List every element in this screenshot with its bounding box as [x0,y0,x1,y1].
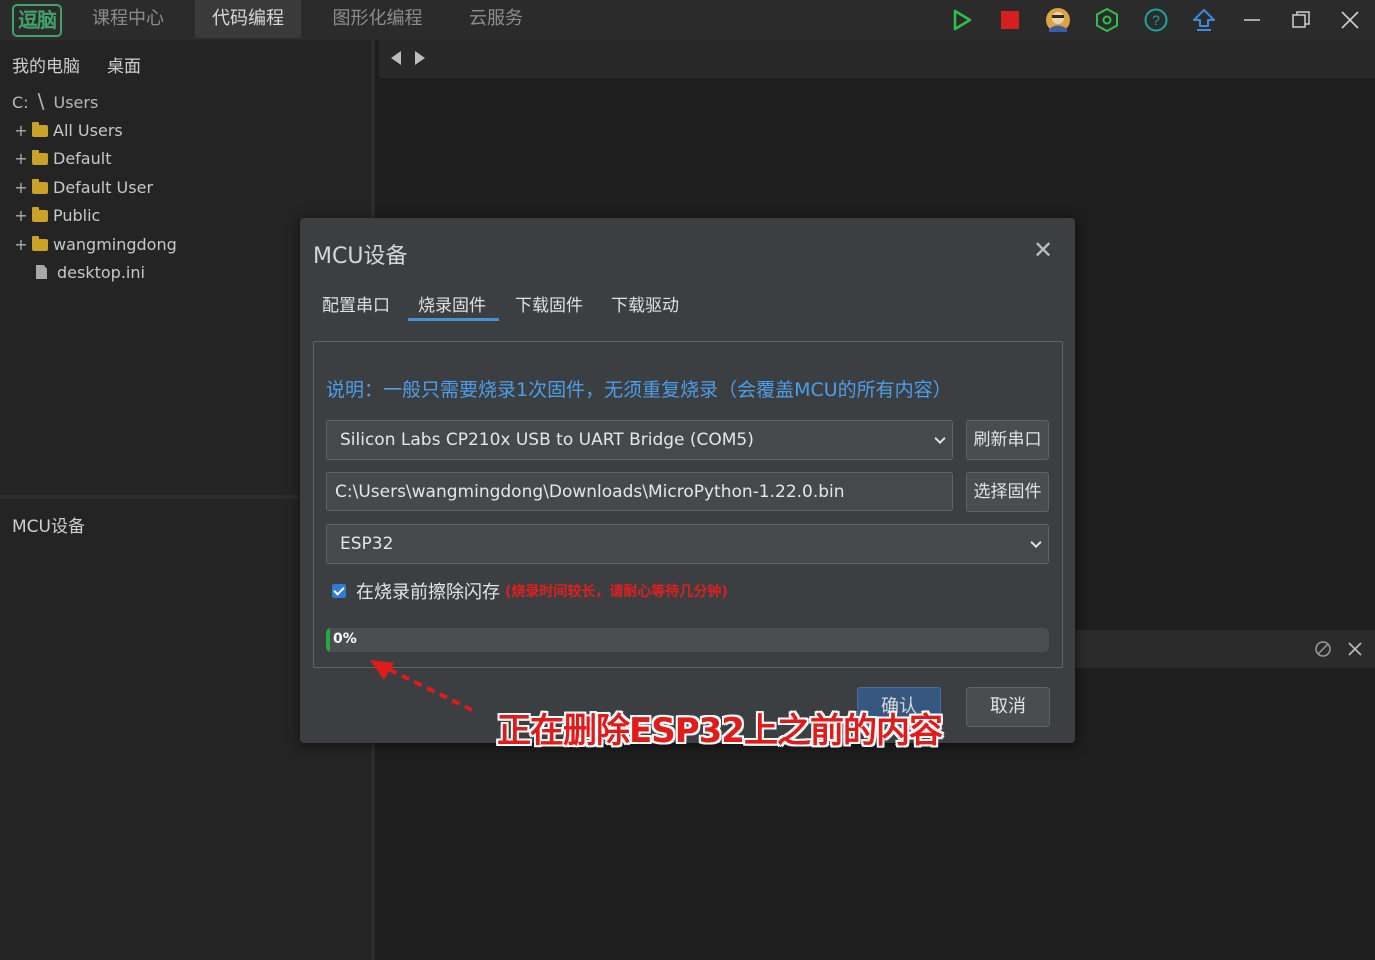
erase-flash-label: 在烧录前擦除闪存 [356,582,500,603]
close-icon[interactable] [1336,6,1364,34]
chip-select[interactable]: ESP32 [326,524,1049,564]
chevron-down-icon [934,432,946,445]
firmware-path-input[interactable]: C:\Users\wangmingdong\Downloads\MicroPyt… [326,472,953,511]
firmware-path-value: C:\Users\wangmingdong\Downloads\MicroPyt… [335,481,845,502]
breadcrumb-separator: \ [37,89,45,113]
active-tab-indicator [408,318,499,321]
tree-item-desktop-ini[interactable]: desktop.ini [14,260,145,284]
tree-item-label: Public [53,205,101,225]
mcu-section-title: MCU设备 [12,517,85,537]
annotation-text: 正在删除ESP32上之前的内容 [497,711,943,751]
tab-download-driver[interactable]: 下载驱动 [611,291,679,316]
flash-progress-bar: 0% [326,628,1049,652]
expand-icon[interactable]: + [14,149,28,168]
title-bar: 逗脑 课程中心 代码编程 图形化编程 云服务 ? [0,0,1375,40]
folder-icon [32,150,48,165]
breadcrumb-folder[interactable]: Users [54,93,99,112]
tab-my-computer[interactable]: 我的电脑 [12,52,80,77]
folder-icon [32,122,48,137]
expand-icon[interactable]: + [14,121,28,140]
folder-icon [32,179,48,194]
erase-flash-option[interactable]: 在烧录前擦除闪存 (烧录时间较长，请耐心等待几分钟) [332,578,728,604]
dialog-title: MCU设备 [313,244,408,269]
tab-download-firmware[interactable]: 下载固件 [515,291,583,316]
app-logo: 逗脑 [12,4,62,37]
erase-flash-warning: (烧录时间较长，请耐心等待几分钟) [505,584,728,600]
annotation-arrow [370,660,473,712]
tree-item-default-user[interactable]: + Default User [14,175,153,199]
tree-item-label: Default User [53,177,154,197]
menu-tab-cloud[interactable]: 云服务 [455,0,537,38]
tree-item-public[interactable]: + Public [14,203,100,227]
folder-icon [32,236,48,251]
scroll-right-icon[interactable] [415,51,425,65]
tab-flash-firmware[interactable]: 烧录固件 [418,291,486,316]
tree-item-all-users[interactable]: + All Users [14,118,123,142]
stop-icon[interactable] [996,6,1024,34]
menu-tab-courses[interactable]: 课程中心 [75,0,181,38]
clear-console-icon[interactable] [1314,640,1332,662]
folder-icon [32,207,48,222]
tree-item-wangmingdong[interactable]: + wangmingdong [14,232,177,256]
console-header [1062,630,1375,668]
upload-icon[interactable] [1190,6,1218,34]
tab-configure-port[interactable]: 配置串口 [322,291,390,316]
progress-text: 0% [333,631,357,647]
user-avatar-icon[interactable] [1044,6,1072,34]
expand-icon[interactable]: + [14,235,28,254]
chevron-down-icon [1030,536,1042,549]
refresh-port-button[interactable]: 刷新串口 [966,420,1049,460]
minimize-icon[interactable] [1238,6,1266,34]
panel-splitter[interactable] [0,495,300,499]
tree-item-label: wangmingdong [53,234,177,254]
settings-hex-icon[interactable] [1093,6,1121,34]
flash-panel: 说明：一般只需要烧录1次固件，无须重复烧录（会覆盖MCU的所有内容） Silic… [313,341,1063,668]
menu-tab-code[interactable]: 代码编程 [195,0,301,38]
tree-item-default[interactable]: + Default [14,146,111,170]
expand-icon[interactable]: + [14,206,28,225]
svg-text:?: ? [1152,12,1160,28]
breadcrumb: C: \ Users [12,89,98,113]
expand-icon[interactable]: + [14,178,28,197]
restore-icon[interactable] [1287,6,1315,34]
close-console-icon[interactable] [1346,640,1364,662]
serial-port-value: Silicon Labs CP210x USB to UART Bridge (… [340,430,754,450]
run-icon[interactable] [948,6,976,34]
progress-fill [326,628,330,652]
breadcrumb-drive[interactable]: C: [12,93,29,112]
chip-select-value: ESP32 [340,534,394,554]
serial-port-select[interactable]: Silicon Labs CP210x USB to UART Bridge (… [326,420,953,460]
editor-tab-bar [379,40,1375,78]
tree-item-label: desktop.ini [57,262,145,282]
flash-description: 说明：一般只需要烧录1次固件，无须重复烧录（会覆盖MCU的所有内容） [326,379,952,401]
tree-item-label: All Users [53,120,123,140]
tab-desktop[interactable]: 桌面 [107,52,141,77]
tree-item-label: Default [53,148,112,168]
dialog-close-icon[interactable]: ✕ [1033,238,1053,262]
erase-flash-checkbox[interactable] [332,584,346,598]
help-icon[interactable]: ? [1142,6,1170,34]
file-icon [36,265,47,279]
scroll-left-icon[interactable] [391,51,401,65]
cancel-button[interactable]: 取消 [966,687,1050,727]
menu-tab-blocks[interactable]: 图形化编程 [315,0,440,38]
choose-firmware-button[interactable]: 选择固件 [966,472,1049,512]
